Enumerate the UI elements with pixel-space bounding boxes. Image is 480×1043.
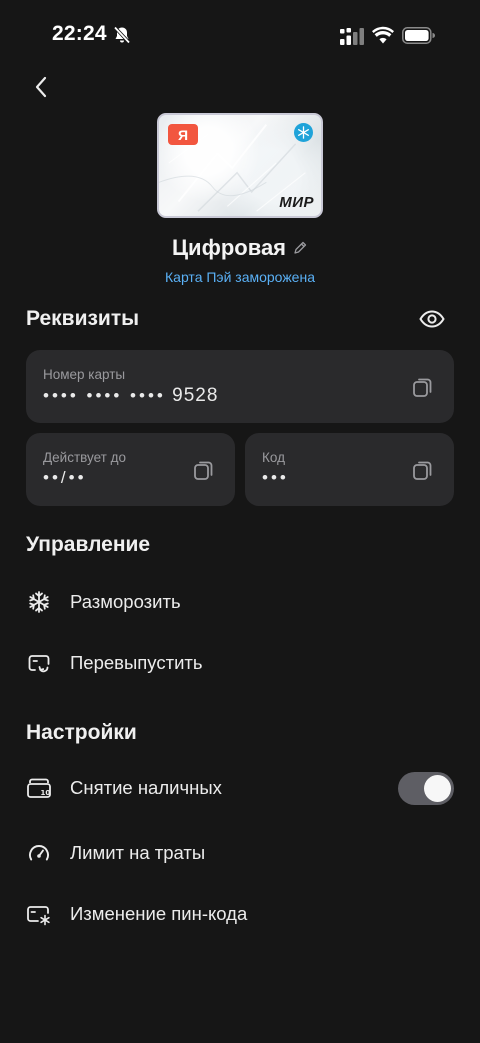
menu-label: Изменение пин-кода — [70, 903, 248, 924]
cash-withdrawal-setting[interactable]: 10 Снятие наличных — [26, 768, 386, 808]
snowflake-icon — [298, 126, 309, 139]
cvc-code-field[interactable]: Код ••• — [245, 433, 454, 506]
copy-icon[interactable] — [412, 376, 434, 398]
section-title-management: Управление — [26, 533, 151, 556]
svg-text:10: 10 — [41, 789, 51, 797]
valid-until-label: Действует до — [43, 450, 126, 465]
toggle-knob — [424, 775, 451, 802]
frozen-badge — [294, 123, 313, 142]
signal-icon — [340, 28, 364, 45]
card-number-mask: •••• •••• •••• — [43, 386, 166, 405]
battery-icon — [402, 27, 435, 44]
unfreeze-button[interactable]: Разморозить — [26, 582, 456, 622]
card-number-field[interactable]: Номер карты •••• •••• •••• 9528 — [26, 350, 454, 423]
card-reissue-icon — [26, 650, 52, 676]
bell-off-icon — [113, 26, 131, 44]
back-button[interactable] — [26, 72, 56, 102]
copy-icon[interactable] — [193, 459, 215, 481]
status-bar: 22:24 — [0, 0, 480, 70]
menu-label: Разморозить — [70, 591, 181, 612]
pencil-icon[interactable] — [292, 240, 308, 256]
payment-network-logo: МИР — [279, 194, 314, 211]
card-image: Я МИР — [157, 113, 323, 218]
show-details-button[interactable] — [418, 306, 446, 332]
bank-logo: Я — [168, 124, 198, 145]
change-pin-button[interactable]: Изменение пин-кода — [26, 894, 456, 934]
eye-icon — [419, 310, 445, 328]
card-name: Цифровая — [171, 235, 287, 260]
reissue-button[interactable]: Перевыпустить — [26, 643, 456, 683]
snowflake-icon — [26, 589, 52, 615]
pin-change-icon — [26, 901, 52, 927]
section-title-requisites: Реквизиты — [26, 307, 140, 330]
chevron-left-icon — [35, 76, 47, 98]
card-number-value: •••• •••• •••• 9528 — [43, 385, 218, 407]
cash-withdrawal-icon: 10 — [26, 775, 52, 801]
menu-label: Снятие наличных — [70, 777, 222, 798]
card-number-last4: 9528 — [172, 385, 219, 406]
menu-label: Лимит на траты — [70, 842, 206, 863]
cvc-code-value: ••• — [262, 468, 289, 487]
valid-until-value: ••/•• — [43, 468, 87, 487]
wifi-icon — [372, 26, 394, 44]
copy-icon[interactable] — [412, 459, 434, 481]
cash-withdrawal-toggle[interactable] — [398, 772, 454, 805]
status-time: 22:24 — [52, 22, 107, 45]
section-title-settings: Настройки — [26, 721, 137, 744]
valid-until-field[interactable]: Действует до ••/•• — [26, 433, 235, 506]
menu-label: Перевыпустить — [70, 652, 203, 673]
cvc-code-label: Код — [262, 450, 285, 465]
card-status: Карта Пэй заморожена — [165, 269, 315, 285]
speedometer-icon — [26, 840, 52, 866]
card-details-screen: 22:24 Я МИР Цифровая Карта Пэй заморожен… — [0, 0, 480, 1043]
card-name-row: Цифровая — [0, 235, 480, 261]
card-number-label: Номер карты — [43, 367, 126, 382]
spending-limit-button[interactable]: Лимит на траты — [26, 833, 456, 873]
